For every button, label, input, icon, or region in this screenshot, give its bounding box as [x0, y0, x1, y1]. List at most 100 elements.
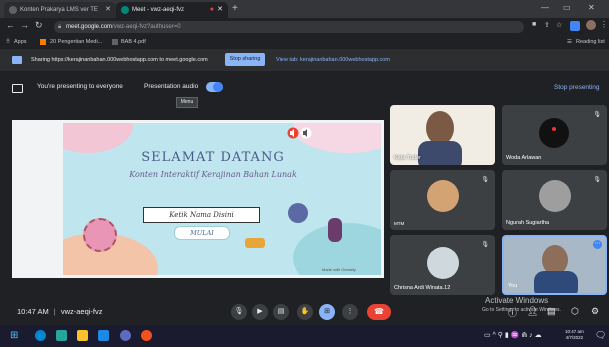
flag-icon[interactable] [287, 127, 313, 139]
more-menu-icon[interactable]: ⋮ [600, 20, 608, 29]
slide-subtitle: Konten Interaktif Kerajinan Bahan Lunak [129, 170, 297, 179]
url-field[interactable]: 🔒︎ meet.google.com/vwz-aeqi-fvz?authuser… [54, 21, 524, 33]
presenting-status: You're presenting to everyone [37, 83, 123, 90]
decor-blob [63, 123, 133, 153]
end-call-button[interactable]: ☎ [367, 304, 391, 320]
activities-icon[interactable]: ⬡ [571, 306, 579, 317]
lock-icon: 🔒︎ [58, 24, 62, 30]
participant-video [426, 111, 454, 145]
stop-presenting-button[interactable]: Stop presenting [554, 84, 600, 91]
microphone-icon[interactable]: 🎙︎ [231, 304, 247, 320]
pdf-icon [112, 39, 118, 45]
maximize-icon[interactable]: ▭ [563, 3, 571, 12]
mic-off-icon: 🎙︎ [481, 177, 489, 183]
bookmark-item[interactable]: 20 Pengertian Medi... [50, 36, 102, 48]
view-tab-link[interactable]: View tab: kerajinanbahan.000webhostapp.c… [276, 53, 390, 67]
apps-icon[interactable]: ⠿ [6, 36, 10, 48]
participant-tile[interactable]: 🎙︎ Ngurah Sugiartha [502, 170, 607, 230]
presentation-audio-label: Presentation audio [144, 83, 199, 90]
extension-icon[interactable] [570, 21, 580, 31]
recording-dot-icon: ● [209, 6, 214, 13]
slide-title: SELAMAT DATANG [141, 150, 285, 165]
reading-list-icon[interactable]: ☰ [567, 36, 572, 48]
participant-tile[interactable]: Kata Tudor [390, 105, 495, 165]
presentation-audio-toggle[interactable] [206, 82, 223, 92]
more-options-icon[interactable]: ⋯ [593, 240, 602, 249]
participant-tile-self[interactable]: ⋯ You [502, 235, 607, 295]
info-icon[interactable]: ⓘ [508, 306, 517, 319]
file-explorer-icon[interactable] [77, 330, 88, 341]
mic-off-icon: 🎙︎ [481, 242, 489, 248]
taskbar-date: 4/7/2022 [565, 335, 584, 340]
host-controls-icon[interactable]: ⚙ [591, 306, 599, 317]
slide-canvas [63, 123, 381, 275]
participant-avatar [539, 180, 571, 212]
close-icon[interactable]: ✕ [105, 2, 111, 18]
chat-icon[interactable]: ▤ [547, 306, 556, 317]
reading-list[interactable]: Reading list [576, 36, 605, 48]
url-path: /vwz-aeqi-fvz?authuser=0 [112, 24, 181, 30]
edge-icon[interactable] [35, 330, 46, 341]
paper-roll-icon [245, 238, 265, 248]
meet-favicon-icon [121, 6, 129, 14]
bookmark-item[interactable]: BAB 4.pdf [121, 36, 146, 48]
participant-name: You [508, 283, 518, 289]
raise-hand-icon[interactable]: ✋ [297, 304, 313, 320]
camera-toggle-icon[interactable]: ▶ [252, 304, 268, 320]
separator: | [53, 307, 56, 316]
chrome-icon[interactable] [141, 330, 152, 341]
bookmark-favicon-icon [40, 39, 46, 45]
share-icon[interactable]: ⇪ [544, 21, 550, 29]
window-close-icon[interactable]: ✕ [588, 3, 595, 12]
app-icon[interactable] [120, 330, 131, 341]
star-icon[interactable]: ☆ [556, 21, 562, 29]
browser-tab-active[interactable]: Meet - vwz-aeqi-fvz ● ✕ [116, 2, 228, 18]
browser-tab[interactable]: Konten Prakarya LMS ver TE ✕ [4, 2, 116, 18]
participant-body [418, 141, 462, 165]
participant-tile[interactable]: 🎙︎ MTM [390, 170, 495, 230]
participant-name: MTM [394, 221, 405, 226]
participant-body [534, 271, 578, 293]
participant-tile[interactable]: 🎙︎ Chrisna Ardi Winata.12 [390, 235, 495, 295]
meeting-time: 10:47 AM | vwz-aeqi-fvz [17, 307, 103, 316]
participant-name: Kata Tudor [394, 155, 421, 161]
pin-icon [288, 203, 308, 223]
activate-windows-title: Activate Windows [485, 296, 549, 305]
store-icon[interactable] [98, 330, 109, 341]
present-now-icon[interactable]: ⊞ [319, 304, 335, 320]
bookmark-apps[interactable]: Apps [14, 36, 27, 48]
url-host: meet.google.com [66, 24, 113, 30]
participant-avatar [427, 247, 459, 279]
taskbar-clock[interactable]: 10:47 am 4/7/2022 [565, 329, 584, 341]
profile-avatar[interactable] [586, 20, 596, 30]
forward-icon[interactable]: → [20, 20, 29, 30]
participant-name: Chrisna Ardi Winata.12 [394, 285, 451, 291]
close-icon[interactable]: ✕ [217, 2, 223, 18]
tab-favicon-icon [9, 6, 17, 14]
back-icon[interactable]: ← [6, 20, 15, 30]
app-icon[interactable] [56, 330, 67, 341]
reload-icon[interactable]: ↻ [35, 20, 43, 31]
tab-label: Konten Prakarya LMS ver TE [20, 7, 98, 13]
participant-tile[interactable]: 🎙︎ Woda Arlawan [502, 105, 607, 165]
name-input[interactable]: Ketik Nama Disini [143, 207, 260, 223]
participant-name: Woda Arlawan [506, 155, 542, 161]
tray-icons[interactable]: ▭ ^ ⚲ ▮ ♒ ⋒ ♪ ☁ [484, 331, 542, 339]
new-tab-icon[interactable]: + [232, 2, 238, 16]
present-screen-icon [12, 84, 23, 93]
toggle-knob [213, 82, 223, 92]
participant-avatar [427, 180, 459, 212]
light-dot [552, 127, 556, 131]
minimize-icon[interactable]: — [541, 3, 549, 12]
notification-icon[interactable]: 🗨︎ [595, 330, 606, 341]
stop-sharing-button[interactable]: Stop sharing [225, 53, 265, 66]
windows-start-icon[interactable]: ⊞ [10, 330, 18, 341]
scissors-icon [328, 218, 342, 242]
slide-credit: Made with Genially [322, 267, 356, 272]
camera-icon[interactable]: ■ [532, 21, 536, 28]
people-icon[interactable]: 👤︎ [527, 306, 538, 317]
captions-icon[interactable]: ▤ [273, 304, 289, 320]
more-options-icon[interactable]: ⋮ [342, 304, 358, 320]
share-message: Sharing https://kerajinanbahan.000webhos… [31, 57, 208, 63]
start-button[interactable]: MULAI [174, 226, 230, 240]
